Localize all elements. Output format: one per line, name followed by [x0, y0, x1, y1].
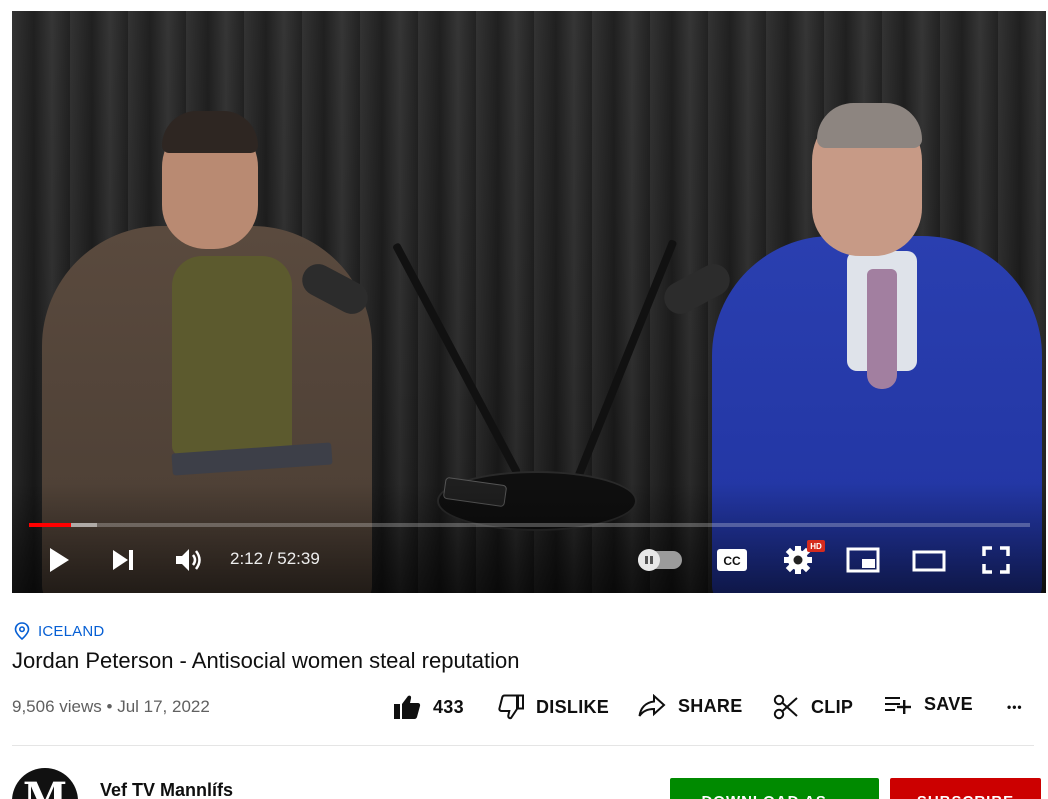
like-button[interactable]: 433 — [393, 694, 464, 720]
time-separator: / — [263, 549, 278, 568]
location-pin-icon — [14, 622, 30, 640]
guest-hair — [817, 103, 922, 148]
like-count: 433 — [433, 696, 464, 717]
pause-icon — [638, 549, 660, 571]
clip-label: CLIP — [811, 696, 854, 717]
host-shirt — [172, 256, 292, 456]
share-label: SHARE — [678, 695, 743, 716]
view-count: 9,506 views — [12, 697, 102, 716]
time-total: 52:39 — [277, 549, 320, 568]
upload-date: Jul 17, 2022 — [117, 697, 210, 716]
controls-gradient — [12, 483, 1046, 593]
video-meta: 9,506 views • Jul 17, 2022 — [12, 697, 210, 717]
next-icon[interactable] — [108, 545, 138, 575]
clip-button[interactable]: CLIP — [773, 694, 853, 720]
channel-name[interactable]: Vef TV Mannlífs — [100, 780, 233, 799]
play-icon[interactable] — [44, 545, 74, 575]
captions-icon[interactable]: CC — [715, 547, 749, 573]
more-icon: ••• — [1007, 700, 1023, 714]
video-title: Jordan Peterson - Antisocial women steal… — [12, 648, 520, 673]
thumbs-up-icon — [394, 695, 421, 719]
dislike-button[interactable]: DISLIKE — [498, 694, 609, 720]
video-player[interactable]: 2:12 / 52:39 CC HD — [12, 11, 1046, 593]
progress-bar[interactable] — [29, 523, 1030, 527]
time-display: 2:12 / 52:39 — [230, 549, 320, 569]
autoplay-toggle[interactable] — [638, 549, 682, 571]
playlist-add-icon — [885, 696, 911, 714]
theater-icon[interactable] — [911, 548, 947, 574]
progress-played — [29, 523, 72, 527]
location-label: ICELAND — [38, 622, 105, 640]
page: 2:12 / 52:39 CC HD ICELAND Jordan Peters… — [0, 0, 1048, 799]
location-tag[interactable]: ICELAND — [14, 622, 104, 640]
time-current: 2:12 — [230, 549, 264, 568]
dislike-label: DISLIKE — [536, 696, 610, 717]
save-label: SAVE — [924, 694, 973, 714]
fullscreen-icon[interactable] — [980, 545, 1012, 575]
share-button[interactable]: SHARE — [638, 694, 743, 718]
thumbs-down-icon — [498, 694, 524, 720]
channel-avatar[interactable]: M — [12, 768, 78, 799]
avatar-letter: M — [22, 774, 68, 799]
host-hair — [162, 111, 258, 153]
hd-badge: HD — [807, 540, 825, 552]
section-divider — [12, 745, 1034, 746]
save-button[interactable]: SAVE — [884, 694, 973, 715]
scissors-icon — [773, 694, 798, 720]
download-button[interactable]: DOWNLOAD AS ... — [670, 778, 879, 799]
share-icon — [638, 694, 666, 717]
volume-icon[interactable] — [172, 544, 206, 576]
svg-text:CC: CC — [723, 554, 741, 568]
guest-tie — [867, 269, 897, 389]
meta-separator: • — [101, 697, 118, 716]
subscribe-button[interactable]: SUBSCRIBE — [890, 778, 1041, 799]
more-actions-button[interactable]: ••• — [1007, 700, 1023, 714]
miniplayer-icon[interactable] — [845, 546, 881, 574]
